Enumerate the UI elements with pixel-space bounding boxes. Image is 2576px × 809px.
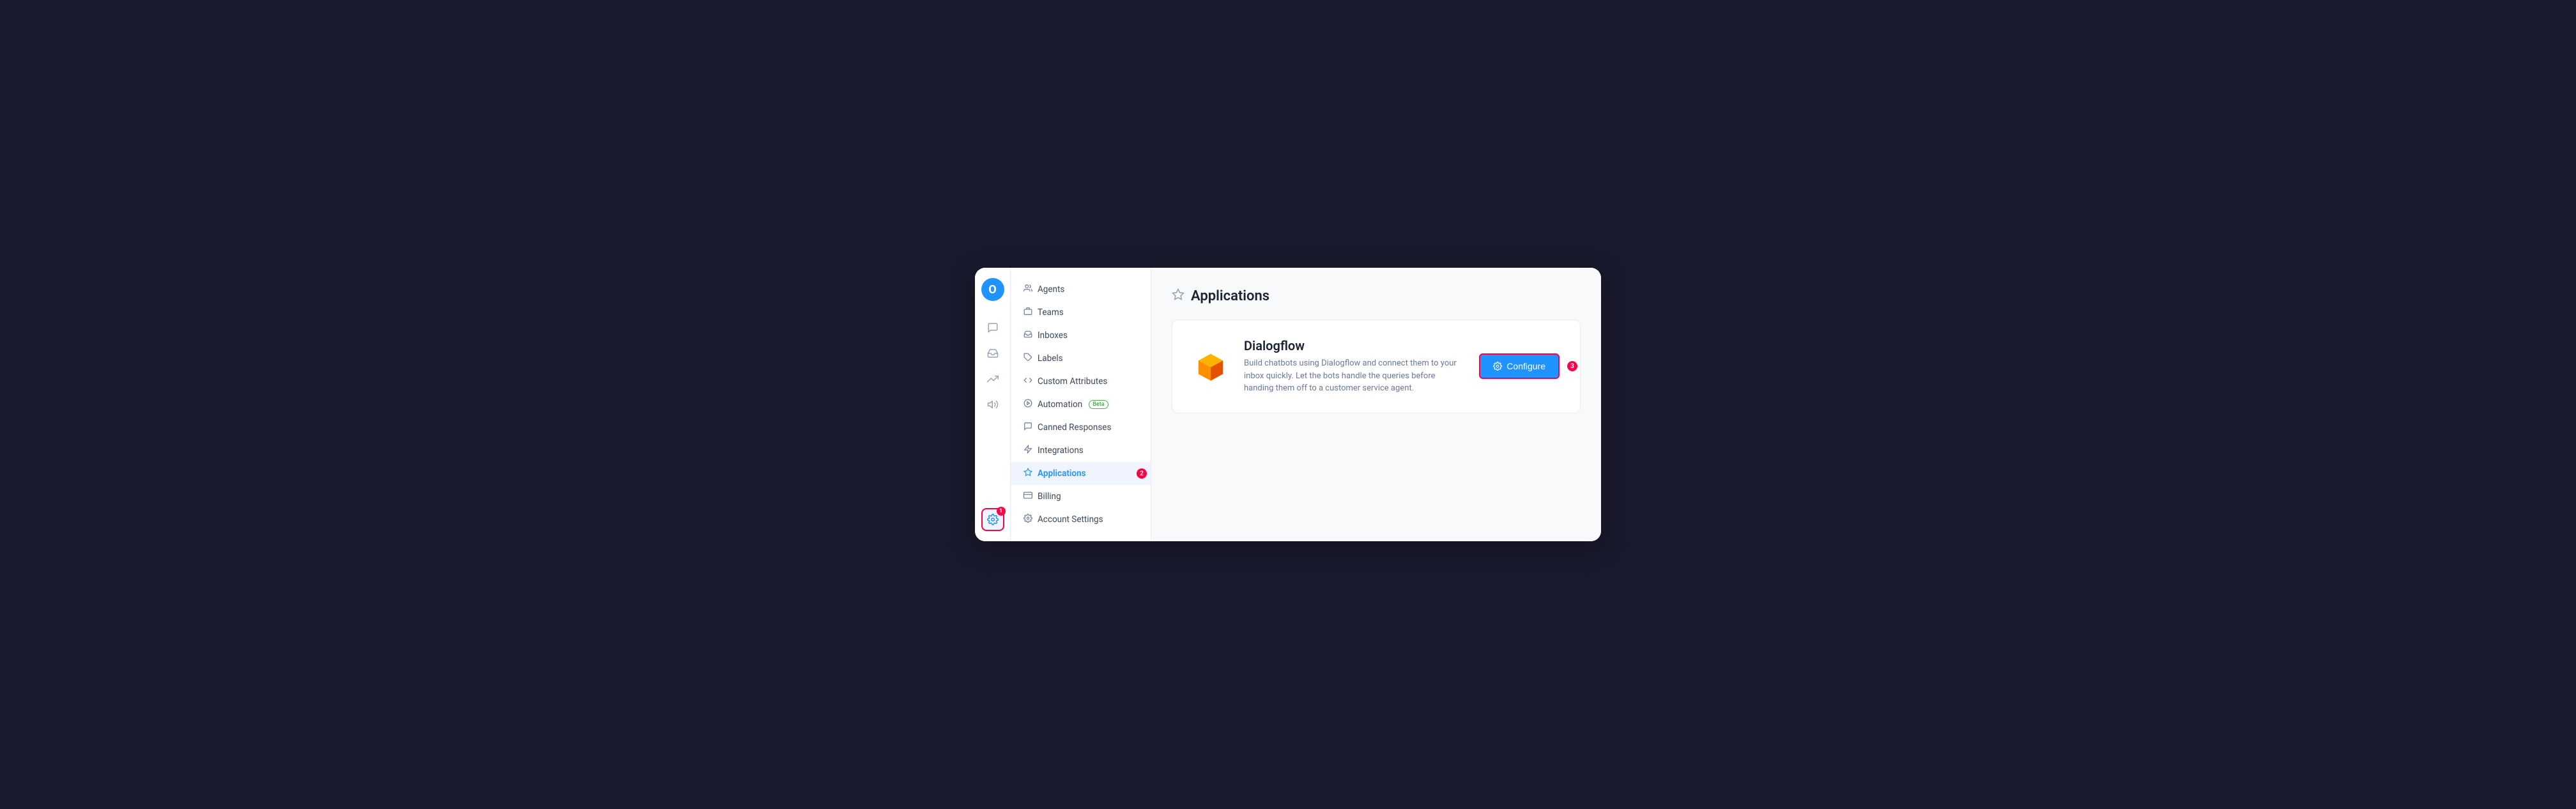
sidebar-item-agents[interactable]: Agents <box>1011 278 1151 301</box>
logo[interactable]: O <box>981 278 1004 301</box>
billing-icon <box>1023 491 1032 502</box>
rail-inbox[interactable] <box>981 342 1004 365</box>
canned-responses-icon <box>1023 422 1032 433</box>
icon-rail: O 1 <box>975 268 1011 541</box>
sidebar-label-integrations: Integrations <box>1038 445 1084 456</box>
page-header: Applications <box>1172 288 1581 304</box>
dialogflow-description: Build chatbots using Dialogflow and conn… <box>1244 357 1464 395</box>
sidebar-label-billing: Billing <box>1038 491 1061 502</box>
integrations-icon <box>1023 445 1032 456</box>
page-header-icon <box>1172 288 1184 304</box>
sidebar-label-account-settings: Account Settings <box>1038 514 1103 525</box>
configure-button[interactable]: Configure <box>1479 353 1560 379</box>
sidebar-label-automation: Automation <box>1038 399 1082 410</box>
inboxes-icon <box>1023 330 1032 341</box>
sidebar-item-automation[interactable]: Automation Beta <box>1011 393 1151 416</box>
labels-icon <box>1023 353 1032 364</box>
dialogflow-card: Dialogflow Build chatbots using Dialogfl… <box>1172 320 1581 413</box>
beta-badge: Beta <box>1089 400 1108 409</box>
applications-icon <box>1023 468 1032 479</box>
teams-icon <box>1023 307 1032 318</box>
dialogflow-info: Dialogflow Build chatbots using Dialogfl… <box>1244 338 1464 395</box>
sidebar-item-labels[interactable]: Labels <box>1011 347 1151 370</box>
main-content: Applications <box>1151 268 1601 541</box>
sidebar-item-teams[interactable]: Teams <box>1011 301 1151 324</box>
sidebar: Agents Teams Inboxes Labels Custom Attri… <box>1011 268 1151 541</box>
sidebar-label-teams: Teams <box>1038 307 1064 318</box>
sidebar-label-labels: Labels <box>1038 353 1063 364</box>
account-settings-icon <box>1023 514 1032 525</box>
sidebar-label-agents: Agents <box>1038 284 1064 295</box>
custom-attributes-icon <box>1023 376 1032 387</box>
configure-label: Configure <box>1506 361 1545 371</box>
sidebar-label-canned-responses: Canned Responses <box>1038 422 1111 433</box>
sidebar-item-inboxes[interactable]: Inboxes <box>1011 324 1151 347</box>
configure-badge: 3 <box>1567 361 1577 371</box>
automation-icon <box>1023 399 1032 410</box>
app-window: O 1 Agents Team <box>975 268 1601 541</box>
sidebar-item-integrations[interactable]: Integrations <box>1011 439 1151 462</box>
sidebar-item-account-settings[interactable]: Account Settings <box>1011 508 1151 531</box>
applications-badge: 2 <box>1137 468 1147 479</box>
sidebar-item-billing[interactable]: Billing <box>1011 485 1151 508</box>
rail-settings[interactable]: 1 <box>981 508 1004 531</box>
sidebar-label-applications: Applications <box>1038 468 1086 479</box>
dialogflow-name: Dialogflow <box>1244 338 1464 353</box>
configure-wrapper: Configure 3 <box>1479 353 1560 379</box>
page-title: Applications <box>1191 288 1269 304</box>
rail-campaigns[interactable] <box>981 393 1004 416</box>
rail-settings-badge: 1 <box>997 507 1006 516</box>
rail-reports[interactable] <box>981 367 1004 390</box>
sidebar-item-canned-responses[interactable]: Canned Responses <box>1011 416 1151 439</box>
agents-icon <box>1023 284 1032 295</box>
sidebar-label-custom-attributes: Custom Attributes <box>1038 376 1107 387</box>
sidebar-label-inboxes: Inboxes <box>1038 330 1068 341</box>
sidebar-item-custom-attributes[interactable]: Custom Attributes <box>1011 370 1151 393</box>
sidebar-item-applications[interactable]: Applications 2 <box>1011 462 1151 485</box>
rail-chat[interactable] <box>981 316 1004 339</box>
dialogflow-icon <box>1193 348 1229 384</box>
